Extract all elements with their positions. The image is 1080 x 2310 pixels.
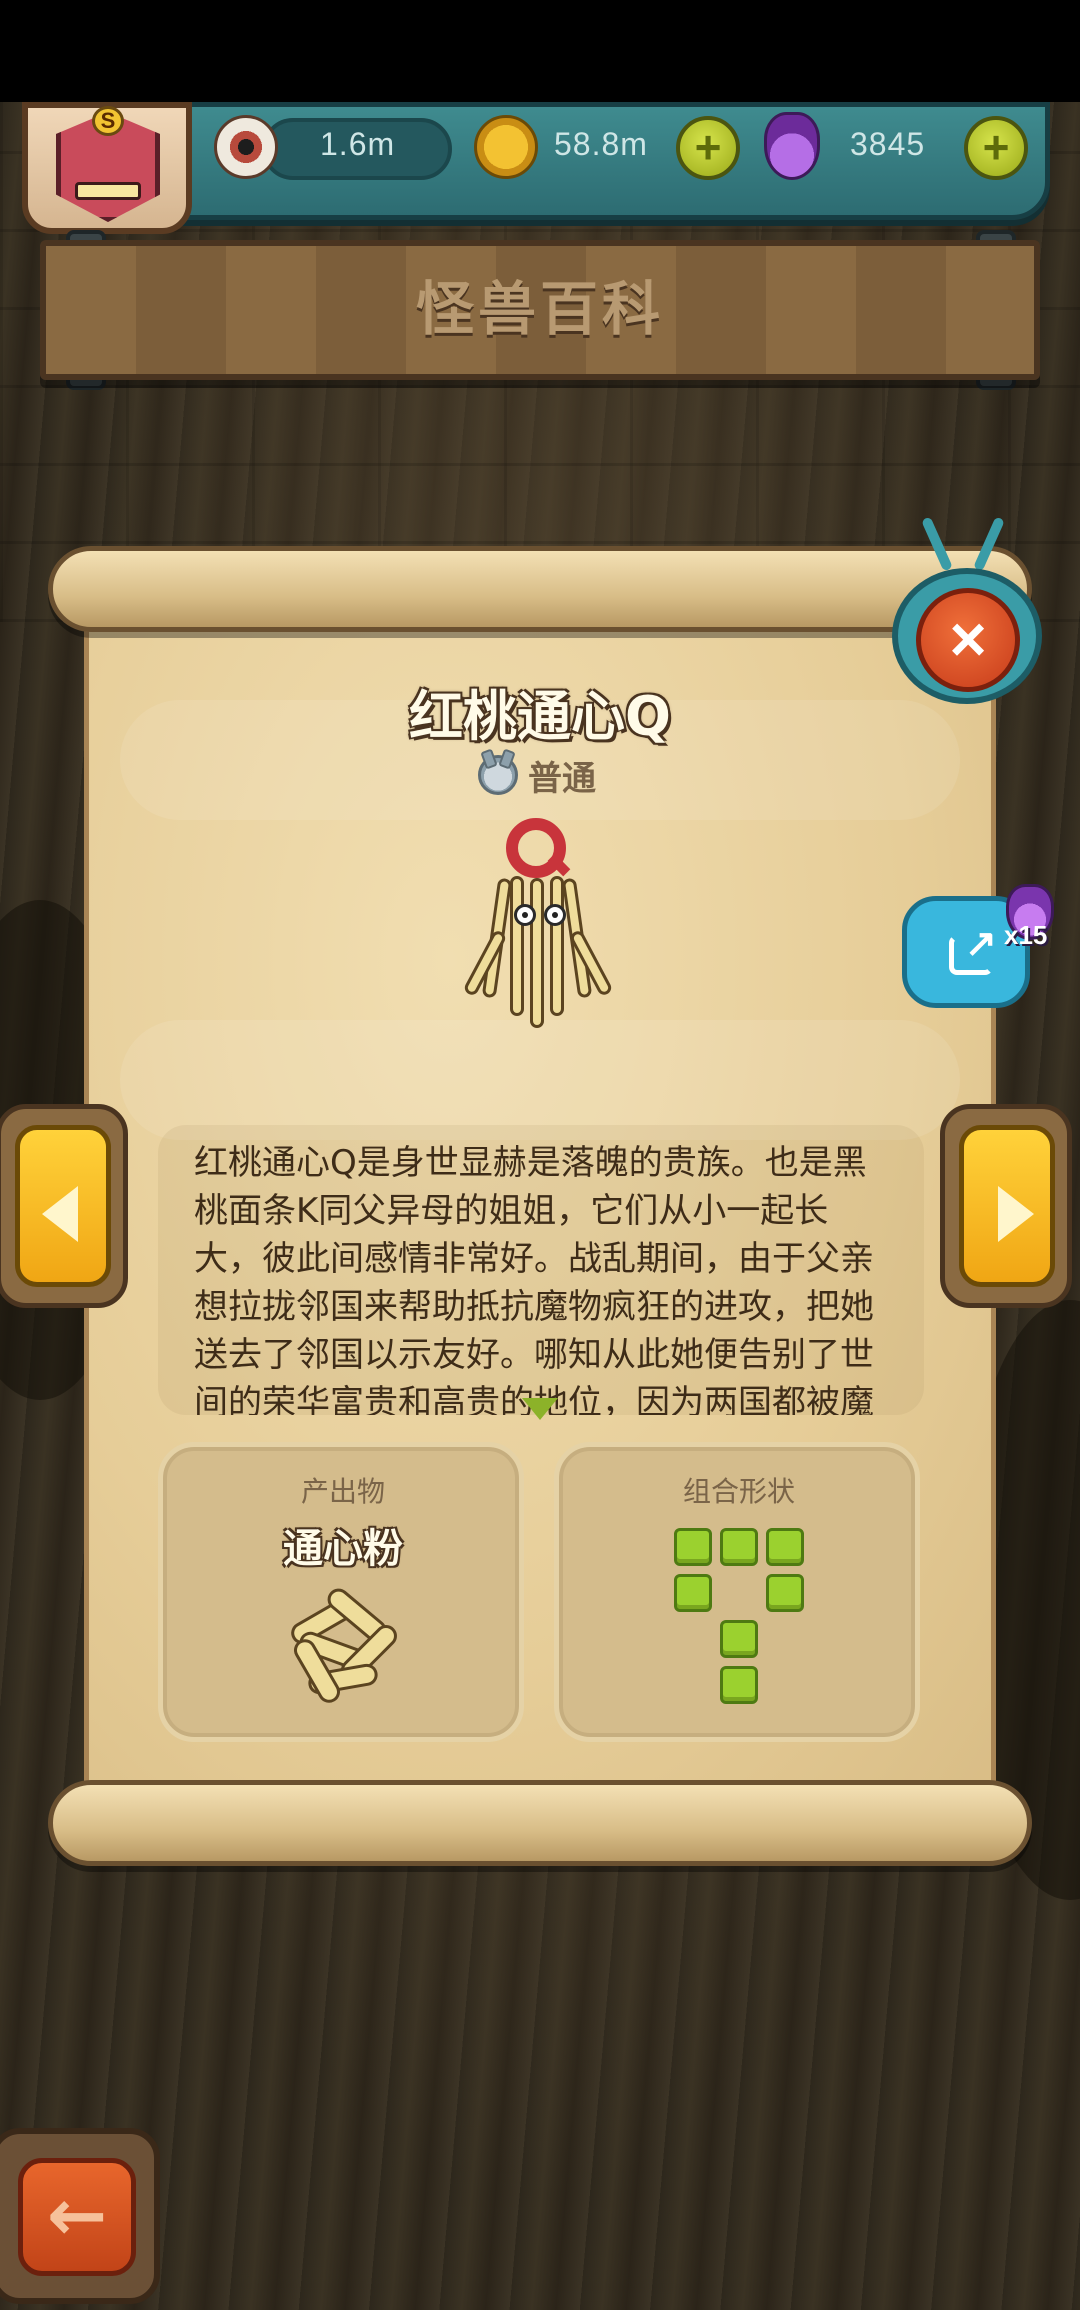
- monster-eye: [514, 904, 536, 926]
- shape-cell: [720, 1528, 758, 1566]
- horned-skull-icon: [478, 755, 518, 795]
- description-scroll-area[interactable]: 红桃通心Q是身世显赫是落魄的贵族。也是黑桃面条K同父异母的姐姐，它们从小一起长大…: [158, 1125, 924, 1415]
- noodle-strand: [510, 876, 524, 1016]
- player-avatar[interactable]: S: [22, 102, 192, 234]
- share-arrow-icon: ↗: [965, 923, 997, 965]
- paper-texture: [120, 1020, 960, 1140]
- potion-value: 3845: [850, 126, 926, 162]
- status-bar: [0, 0, 1080, 102]
- add-coin-button[interactable]: +: [676, 116, 740, 180]
- coin-value: 58.8m: [554, 126, 648, 162]
- game-screen: 1.6m 58.8m + 3845 + S 怪兽百科 红桃通心Q 普通 红桃通心…: [0, 0, 1080, 2310]
- teeth-icon: [75, 182, 141, 200]
- q-letter-icon: [506, 818, 566, 878]
- macaroni-icon: [278, 1584, 408, 1707]
- noodle-strand: [550, 876, 564, 1016]
- shape-cell: [674, 1574, 712, 1612]
- previous-monster-button[interactable]: [0, 1104, 128, 1308]
- avatar-badge: S: [92, 106, 124, 136]
- noodle-strand: [530, 878, 544, 1028]
- close-icon: ×: [916, 588, 1020, 692]
- left-triangle: [42, 1186, 78, 1242]
- eyeball-value: 1.6m: [320, 126, 396, 162]
- product-name: 通心粉: [283, 1526, 403, 1572]
- page-title: 怪兽百科: [415, 275, 664, 343]
- left-arrow-icon: [15, 1125, 111, 1287]
- scroll-top-roll: [48, 546, 1032, 632]
- next-monster-button[interactable]: [940, 1104, 1072, 1308]
- monster-description: 红桃通心Q是身世显赫是落魄的贵族。也是黑桃面条K同父异母的姐姐，它们从小一起长大…: [194, 1143, 874, 1415]
- coin-icon: [474, 115, 538, 179]
- shape-title: 组合形状: [682, 1475, 795, 1508]
- shape-cell: [766, 1574, 804, 1612]
- shape-cell: [720, 1666, 758, 1704]
- rarity-row: 普通: [478, 752, 596, 799]
- scroll-down-icon[interactable]: [522, 1398, 558, 1420]
- shape-cell: [766, 1528, 804, 1566]
- shape-cell: [674, 1528, 712, 1566]
- rarity-label: 普通: [528, 758, 596, 799]
- back-arrow-icon: ←: [18, 2158, 136, 2276]
- back-button[interactable]: ←: [0, 2128, 160, 2304]
- close-button[interactable]: ×: [892, 516, 1044, 704]
- eyeball-icon: [214, 115, 278, 179]
- scroll-bottom-roll: [48, 1780, 1032, 1866]
- monster-name: 红桃通心Q: [409, 685, 671, 748]
- add-potion-button[interactable]: +: [964, 116, 1028, 180]
- share-reward-count: x15: [1004, 920, 1048, 950]
- shape-cell: [720, 1620, 758, 1658]
- product-title: 产出物: [300, 1475, 385, 1508]
- potion-icon: [764, 112, 820, 180]
- monster-portrait: [462, 818, 614, 1028]
- monster-eye: [544, 904, 566, 926]
- right-triangle: [998, 1186, 1034, 1242]
- right-arrow-icon: [959, 1125, 1055, 1287]
